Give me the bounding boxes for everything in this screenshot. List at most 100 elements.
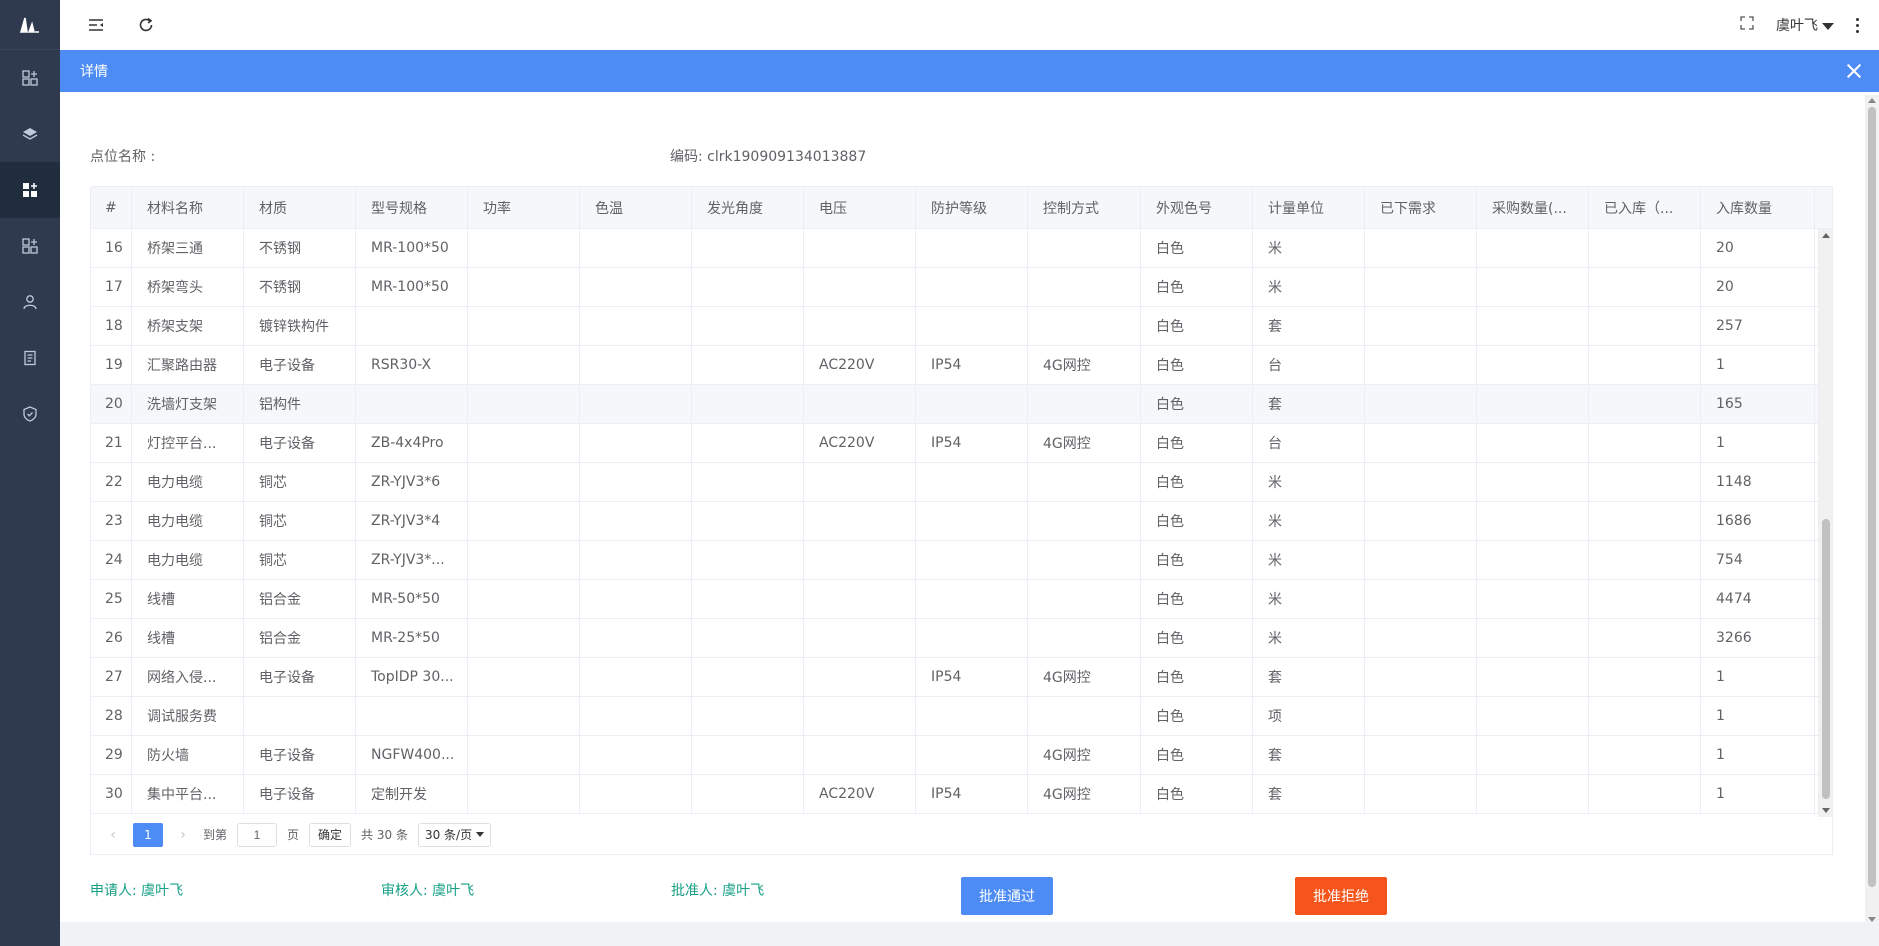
dialog-title: 详情	[80, 64, 108, 80]
table-cell	[692, 541, 804, 579]
table-row[interactable]: 30 集中平台... 电子设备 定制开发 AC220V IP54 4G网控 白色套 1	[91, 775, 1832, 814]
table-cell	[692, 775, 804, 813]
table-cell: NGFW400...	[356, 736, 468, 774]
approver-label: 批准人: 虞叶飞	[671, 883, 765, 899]
table-cell	[580, 502, 692, 540]
table-cell: 桥架三通	[132, 229, 244, 267]
table-cell: ZR-YJV3*4	[356, 502, 468, 540]
table-cell: MR-25*50	[356, 619, 468, 657]
table-row[interactable]: 27 网络入侵... 电子设备 TopIDP 30... IP54 4G网控 白色套 1	[91, 658, 1832, 697]
scrollbar-thumb[interactable]	[1868, 107, 1876, 887]
prev-page-button[interactable]: ‹	[103, 827, 123, 843]
caret-down-icon	[1822, 22, 1834, 30]
menu-toggle-button[interactable]	[82, 11, 110, 39]
table-cell	[580, 775, 692, 813]
page-number-current[interactable]: 1	[133, 822, 163, 847]
table-cell: 754	[1701, 541, 1815, 579]
reject-button[interactable]: 批准拒绝	[1295, 877, 1387, 915]
sidebar-item-layers[interactable]	[0, 106, 60, 162]
table-row[interactable]: 17 桥架弯头 不锈钢 MR-100*50 白色米 20	[91, 268, 1832, 307]
table-row[interactable]: 25 线槽 铝合金 MR-50*50 白色米 4474	[91, 580, 1832, 619]
grid-plus-icon	[23, 183, 37, 197]
sidebar-item-users[interactable]	[0, 274, 60, 330]
code-label: 编码: clrk190909134013887	[670, 149, 867, 165]
dialog-scrollbar[interactable]	[1865, 95, 1879, 925]
table-row[interactable]: 20 洗墙灯支架 铝构件 白色套 165	[91, 385, 1832, 424]
table-cell: 1	[1701, 775, 1815, 813]
sidebar-item-dashboard[interactable]	[0, 50, 60, 106]
table-body: 16 桥架三通 不锈钢 MR-100*50 白色米 20 17 桥架弯头 不锈钢 MR-100*5…	[91, 229, 1832, 817]
column-header: 已入库（...	[1589, 187, 1701, 228]
sidebar-item-security[interactable]	[0, 386, 60, 442]
table-cell	[468, 229, 580, 267]
table-cell	[916, 580, 1028, 618]
table-cell	[356, 697, 468, 735]
table-cell: 白色	[1141, 736, 1253, 774]
next-page-button[interactable]: ›	[173, 827, 193, 843]
user-menu[interactable]: 虞叶飞	[1776, 15, 1834, 35]
goto-confirm-button[interactable]: 确定	[309, 822, 352, 847]
table-cell	[1028, 580, 1141, 618]
table-cell	[916, 697, 1028, 735]
table-cell: 项	[1253, 697, 1365, 735]
table-cell	[1477, 775, 1589, 813]
scrollbar-thumb[interactable]	[1822, 519, 1830, 799]
table-row[interactable]: 29 防火墙 电子设备 NGFW400... 4G网控 白色套 1	[91, 736, 1832, 775]
sidebar-item-documents[interactable]	[0, 330, 60, 386]
table-cell: AC220V	[804, 424, 916, 462]
scroll-up-icon[interactable]	[1822, 233, 1830, 238]
table-cell: IP54	[916, 424, 1028, 462]
table-cell: 257	[1701, 307, 1815, 345]
table-row[interactable]: 23 电力电缆 铜芯 ZR-YJV3*4 白色米 1686	[91, 502, 1832, 541]
table-row[interactable]: 16 桥架三通 不锈钢 MR-100*50 白色米 20	[91, 229, 1832, 268]
table-cell	[468, 580, 580, 618]
scroll-down-icon[interactable]	[1822, 808, 1830, 813]
fullscreen-button[interactable]	[1740, 16, 1754, 34]
table-cell: 白色	[1141, 658, 1253, 696]
sidebar-item-modules[interactable]	[0, 218, 60, 274]
table-cell	[1589, 346, 1701, 384]
table-row[interactable]: 18 桥架支架 镀锌铁构件 白色套 257	[91, 307, 1832, 346]
page-size-select[interactable]: 30 条/页	[417, 822, 492, 847]
close-icon[interactable]	[1843, 60, 1865, 82]
logo[interactable]	[0, 0, 60, 50]
table-row[interactable]: 24 电力电缆 铜芯 ZR-YJV3*... 白色米 754	[91, 541, 1832, 580]
table-cell: 23	[91, 502, 132, 540]
table-cell: 4G网控	[1028, 424, 1141, 462]
table-cell: 铜芯	[244, 502, 356, 540]
table-cell: 米	[1253, 541, 1365, 579]
table-cell	[468, 424, 580, 462]
table-cell	[916, 385, 1028, 423]
table-cell: 白色	[1141, 385, 1253, 423]
scroll-up-icon[interactable]	[1868, 98, 1876, 103]
table-cell: IP54	[916, 775, 1028, 813]
table-cell: 套	[1253, 775, 1365, 813]
table-cell: 白色	[1141, 346, 1253, 384]
table-row[interactable]: 22 电力电缆 铜芯 ZR-YJV3*6 白色米 1148	[91, 463, 1832, 502]
table-row[interactable]: 26 线槽 铝合金 MR-25*50 白色米 3266	[91, 619, 1832, 658]
table-cell: MR-50*50	[356, 580, 468, 618]
goto-page-input[interactable]	[237, 822, 278, 847]
table-cell: 网络入侵...	[132, 658, 244, 696]
table-cell	[1477, 268, 1589, 306]
table-cell	[1028, 229, 1141, 267]
sidebar-item-active[interactable]	[0, 162, 60, 218]
table-cell	[1365, 775, 1477, 813]
table-row[interactable]: 28 调试服务费 白色项 1	[91, 697, 1832, 736]
refresh-button[interactable]	[132, 11, 160, 39]
table-cell: RSR30-X	[356, 346, 468, 384]
table-row[interactable]: 21 灯控平台... 电子设备 ZB-4x4Pro AC220V IP54 4G网控 白色台 1	[91, 424, 1832, 463]
more-menu-icon[interactable]	[1856, 17, 1859, 33]
table-cell	[916, 268, 1028, 306]
table-cell	[692, 502, 804, 540]
table-cell: 铝合金	[244, 619, 356, 657]
column-header: 防护等级	[916, 187, 1028, 228]
logo-icon	[19, 17, 39, 33]
approve-button[interactable]: 批准通过	[961, 877, 1053, 915]
table-cell	[468, 541, 580, 579]
table-cell: 白色	[1141, 775, 1253, 813]
table-row[interactable]: 19 汇聚路由器 电子设备 RSR30-X AC220V IP54 4G网控 白色台 1	[91, 346, 1832, 385]
document-icon	[24, 350, 36, 366]
table-cell	[1589, 307, 1701, 345]
table-scrollbar[interactable]	[1818, 229, 1832, 817]
